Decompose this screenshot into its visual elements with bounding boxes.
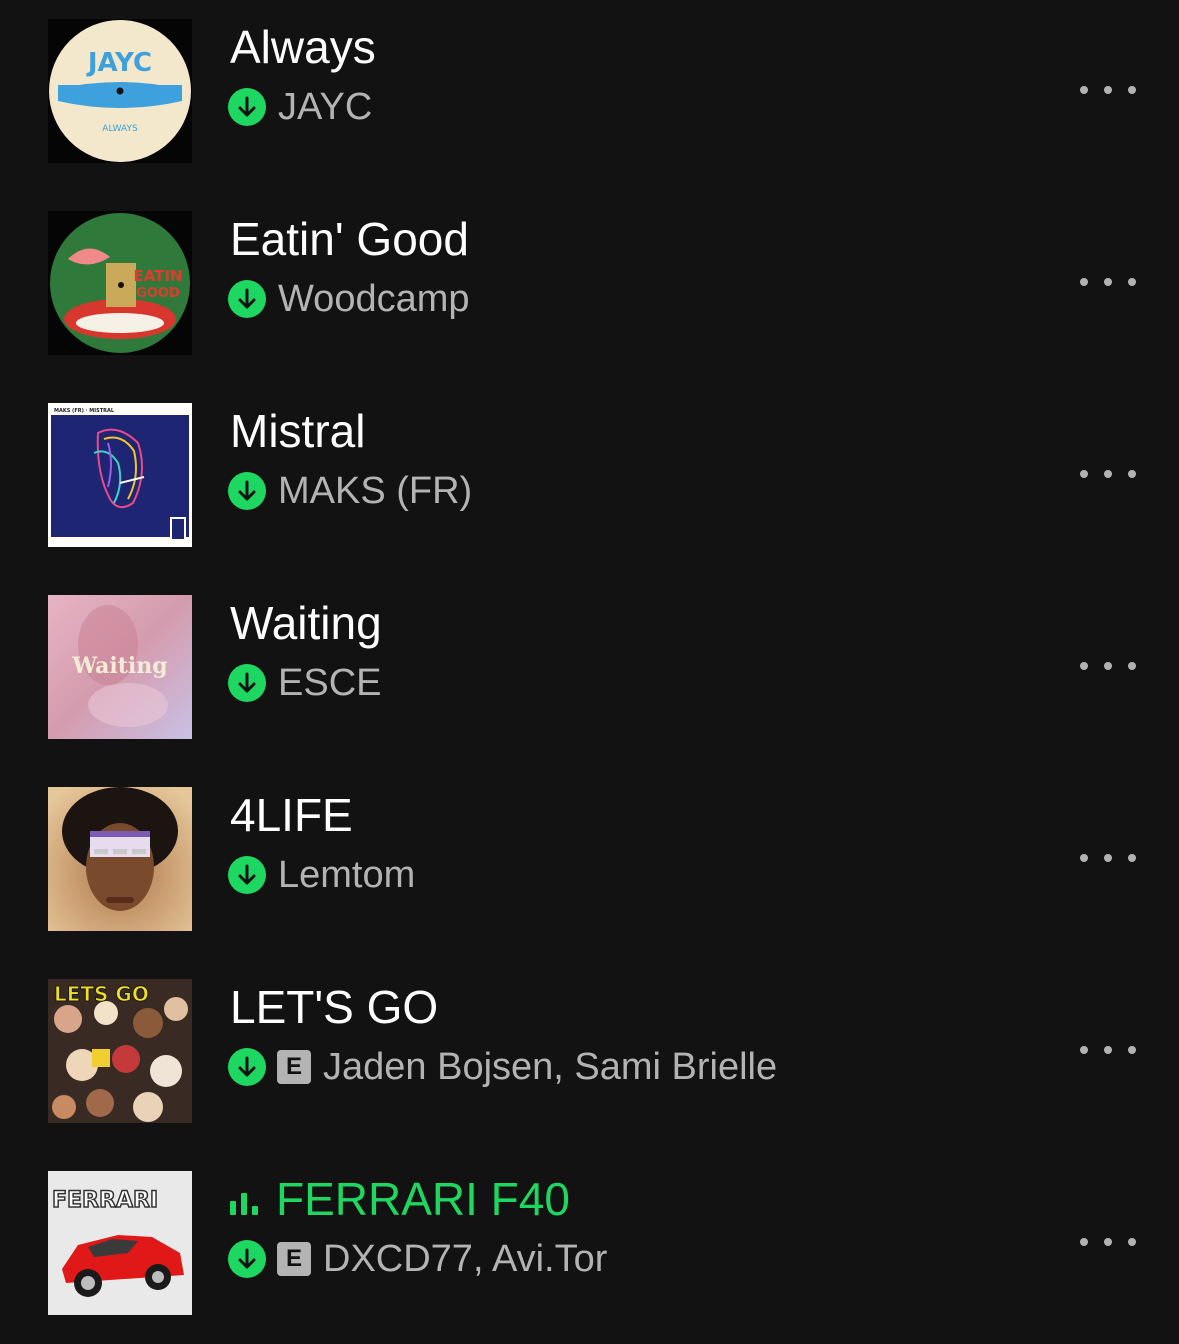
- track-title: 4LIFE: [230, 789, 353, 841]
- track-title: LET'S GO: [230, 981, 439, 1033]
- downloaded-icon: [228, 280, 266, 318]
- track-title: FERRARI F40: [230, 1172, 570, 1226]
- svg-text:GOOD: GOOD: [136, 286, 180, 301]
- track-row[interactable]: Waiting Waiting ESCE: [0, 576, 1179, 768]
- more-options-icon[interactable]: [1080, 648, 1136, 684]
- cover-text: FERRARI: [52, 1188, 158, 1213]
- more-options-icon[interactable]: [1080, 72, 1136, 108]
- track-artist: Lemtom: [278, 853, 416, 896]
- track-subtitle: E DXCD77, Avi.Tor: [228, 1237, 608, 1280]
- track-list: JAYC ALWAYS Always JAYC EATIN GOOD Eatin…: [0, 0, 1179, 1331]
- track-row-now-playing[interactable]: FERRARI FERRARI F40 E DXCD77, Avi.Tor: [0, 1152, 1179, 1344]
- afro-portrait-cover-icon: [48, 787, 192, 931]
- track-title: Mistral: [230, 405, 366, 457]
- now-playing-equalizer-icon: [230, 1183, 266, 1217]
- more-options-icon[interactable]: [1080, 456, 1136, 492]
- downloaded-icon: [228, 856, 266, 894]
- track-row[interactable]: 4LIFE Lemtom: [0, 768, 1179, 960]
- neon-face-cover-icon: MAKS (FR) · MISTRAL: [48, 403, 192, 547]
- album-art-waiting: Waiting: [48, 595, 192, 739]
- red-ferrari-cover-icon: FERRARI: [48, 1171, 192, 1315]
- track-artist: Woodcamp: [278, 277, 470, 320]
- track-row[interactable]: JAYC ALWAYS Always JAYC: [0, 0, 1179, 192]
- track-title: Always: [230, 21, 376, 73]
- cover-text: Waiting: [71, 653, 167, 679]
- track-row[interactable]: MAKS (FR) · MISTRAL Mistral MAKS (FR): [0, 384, 1179, 576]
- downloaded-icon: [228, 88, 266, 126]
- cover-text: EATIN: [133, 267, 182, 285]
- album-art-always: JAYC ALWAYS: [48, 19, 192, 163]
- downloaded-icon: [228, 1240, 266, 1278]
- track-title: Waiting: [230, 597, 382, 649]
- downloaded-icon: [228, 664, 266, 702]
- more-options-icon[interactable]: [1080, 1224, 1136, 1260]
- track-artist: DXCD77, Avi.Tor: [323, 1237, 608, 1280]
- svg-text:MAKS (FR) · MISTRAL: MAKS (FR) · MISTRAL: [54, 408, 115, 414]
- track-artist: ESCE: [278, 661, 382, 704]
- cover-text: JAYC: [86, 48, 152, 78]
- track-artist: JAYC: [278, 85, 373, 128]
- explicit-badge: E: [277, 1050, 311, 1084]
- party-collage-cover-icon: LETS GO: [48, 979, 192, 1123]
- track-subtitle: ESCE: [228, 661, 382, 704]
- album-art-eatin-good: EATIN GOOD: [48, 211, 192, 355]
- album-art-4life: [48, 787, 192, 931]
- pastel-waiting-cover-icon: Waiting: [48, 595, 192, 739]
- svg-text:ALWAYS: ALWAYS: [102, 124, 138, 134]
- downloaded-icon: [228, 1048, 266, 1086]
- jayc-record-cover-icon: JAYC ALWAYS: [48, 19, 192, 163]
- more-options-icon[interactable]: [1080, 1032, 1136, 1068]
- more-options-icon[interactable]: [1080, 840, 1136, 876]
- track-artist: Jaden Bojsen, Sami Brielle: [323, 1045, 778, 1088]
- track-subtitle: Woodcamp: [228, 277, 470, 320]
- downloaded-icon: [228, 472, 266, 510]
- album-art-mistral: MAKS (FR) · MISTRAL: [48, 403, 192, 547]
- more-options-icon[interactable]: [1080, 264, 1136, 300]
- explicit-badge: E: [277, 1242, 311, 1276]
- spaghetti-record-cover-icon: EATIN GOOD: [48, 211, 192, 355]
- cover-text: LETS GO: [54, 982, 149, 1006]
- track-title-text: FERRARI F40: [276, 1173, 570, 1225]
- album-art-ferrari-f40: FERRARI: [48, 1171, 192, 1315]
- track-title: Eatin' Good: [230, 213, 469, 265]
- track-row[interactable]: LETS GO LET'S GO E Jaden Bojsen, Sami Br…: [0, 960, 1179, 1152]
- track-row[interactable]: EATIN GOOD Eatin' Good Woodcamp: [0, 192, 1179, 384]
- track-subtitle: MAKS (FR): [228, 469, 473, 512]
- track-subtitle: JAYC: [228, 85, 373, 128]
- track-subtitle: Lemtom: [228, 853, 416, 896]
- album-art-lets-go: LETS GO: [48, 979, 192, 1123]
- track-subtitle: E Jaden Bojsen, Sami Brielle: [228, 1045, 778, 1088]
- track-artist: MAKS (FR): [278, 469, 473, 512]
